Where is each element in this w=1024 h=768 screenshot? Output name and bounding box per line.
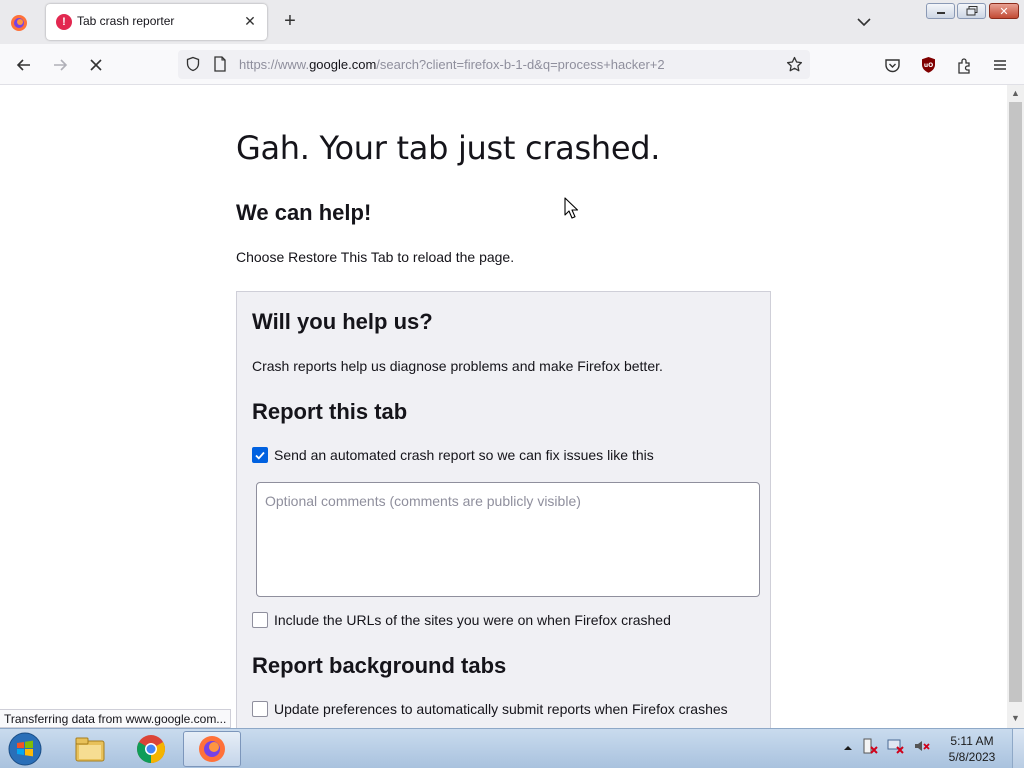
pocket-icon[interactable] [881, 54, 903, 76]
send-report-label[interactable]: Send an automated crash report so we can… [274, 447, 654, 463]
report-heading: Will you help us? [252, 309, 433, 334]
app-menu-icon[interactable] [989, 54, 1011, 76]
taskbar-firefox-icon[interactable] [183, 731, 241, 767]
taskbar-explorer-icon[interactable] [61, 731, 119, 767]
tab-strip: ! Tab crash reporter ✕ + ✕ [0, 0, 1024, 44]
new-tab-icon[interactable]: + [280, 11, 300, 31]
report-intro: Crash reports help us diagnose problems … [252, 358, 663, 374]
bookmark-star-icon[interactable] [786, 56, 803, 78]
scroll-up-icon[interactable]: ▲ [1010, 88, 1021, 99]
tab-title: Tab crash reporter [77, 14, 175, 28]
volume-muted-icon[interactable] [913, 737, 931, 760]
page-content: Gah. Your tab just crashed. We can help!… [0, 85, 1007, 728]
send-report-option[interactable]: Send an automated crash report so we can… [252, 447, 654, 463]
background-tabs-heading: Report background tabs [252, 653, 507, 678]
vertical-scrollbar[interactable]: ▲ ▼ [1007, 85, 1024, 728]
clock[interactable]: 5:11 AM 5/8/2023 [936, 733, 1008, 765]
system-tray [843, 737, 931, 760]
help-text: Choose Restore This Tab to reload the pa… [236, 249, 515, 265]
clock-date: 5/8/2023 [948, 750, 996, 764]
svg-text:uO: uO [923, 62, 932, 69]
forward-icon[interactable] [49, 54, 71, 76]
minimize-button[interactable] [926, 3, 955, 19]
back-icon[interactable] [13, 54, 35, 76]
include-urls-option[interactable]: Include the URLs of the sites you were o… [252, 612, 671, 628]
restore-button[interactable] [957, 3, 986, 19]
url-prefix: https://www. [239, 57, 310, 72]
start-button[interactable] [5, 731, 45, 767]
auto-submit-checkbox[interactable] [252, 701, 268, 717]
taskbar-chrome-icon[interactable] [122, 731, 180, 767]
navigation-toolbar: https://www.google.com/search?client=fir… [0, 44, 1024, 85]
scroll-thumb[interactable] [1009, 102, 1022, 702]
include-urls-label[interactable]: Include the URLs of the sites you were o… [274, 612, 671, 628]
firefox-view-icon[interactable] [8, 12, 30, 34]
mouse-cursor-icon [564, 197, 579, 224]
scroll-down-icon[interactable]: ▼ [1010, 713, 1021, 724]
crash-report-panel: Will you help us? Crash reports help us … [236, 291, 771, 728]
comments-field[interactable] [256, 482, 760, 597]
list-all-tabs-icon[interactable] [855, 13, 873, 31]
report-tab-heading: Report this tab [252, 399, 408, 424]
ublock-origin-icon[interactable]: uO [917, 54, 939, 76]
url-host: google.com [309, 57, 377, 72]
auto-submit-label[interactable]: Update preferences to automatically subm… [274, 701, 728, 717]
taskbar: 5:11 AM 5/8/2023 [0, 728, 1024, 768]
include-urls-checkbox[interactable] [252, 612, 268, 628]
tracking-protection-shield-icon[interactable] [185, 56, 201, 77]
url-text[interactable]: https://www.google.com/search?client=fir… [239, 57, 665, 72]
show-hidden-icons-icon[interactable] [843, 740, 853, 758]
stop-loading-icon[interactable] [85, 54, 107, 76]
close-window-button[interactable]: ✕ [989, 3, 1019, 19]
extensions-icon[interactable] [953, 54, 975, 76]
network-icon[interactable] [887, 737, 905, 760]
status-panel: Transferring data from www.google.com... [0, 709, 232, 728]
action-center-icon[interactable] [861, 737, 879, 760]
auto-submit-option[interactable]: Update preferences to automatically subm… [252, 701, 728, 717]
show-desktop-button[interactable] [1012, 729, 1024, 768]
error-icon: ! [56, 14, 72, 30]
help-heading: We can help! [236, 200, 372, 225]
clock-time: 5:11 AM [950, 734, 994, 748]
page-title: Gah. Your tab just crashed. [236, 129, 661, 167]
page-info-icon[interactable] [213, 56, 227, 77]
close-tab-icon[interactable]: ✕ [241, 12, 259, 30]
url-path: /search?client=firefox-b-1-d&q=process+h… [376, 57, 665, 72]
tab-crash-reporter[interactable]: ! Tab crash reporter ✕ [46, 4, 267, 40]
url-bar[interactable]: https://www.google.com/search?client=fir… [178, 50, 810, 79]
send-report-checkbox[interactable] [252, 447, 268, 463]
